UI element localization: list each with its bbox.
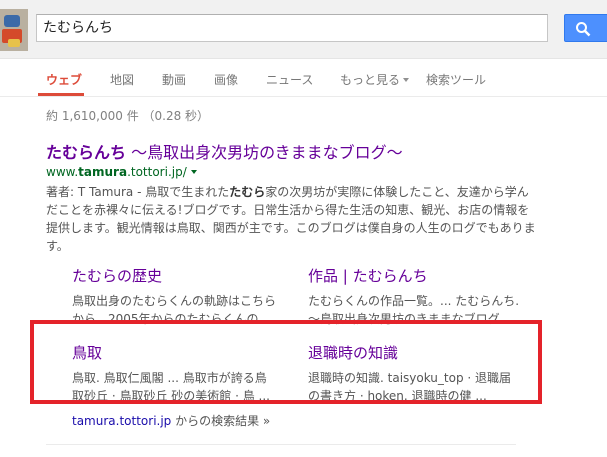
snippet-line3: 提供します。観光情報は鳥取、関西が主です。このブログは僕自身の人生のログでもあり…: [46, 221, 536, 235]
sitelink-works: 作品 | たむらんち たむらくんの作品一覧。... たむらんち. ～鳥取出身次男…: [308, 265, 523, 328]
active-tab-indicator: [38, 93, 84, 96]
top-bar: たむらんち: [0, 0, 607, 59]
tab-videos[interactable]: 動画: [162, 71, 186, 88]
url-prefix: www.: [46, 165, 79, 179]
url-bold: tamura: [78, 165, 128, 179]
result-stats: 約 1,610,000 件 （0.28 秒）: [46, 109, 210, 123]
sitelink-desc: たむらくんの作品一覧。... たむらんち. ～鳥取出身次男坊のきままなブログ .…: [308, 292, 523, 328]
tab-maps[interactable]: 地図: [110, 71, 134, 88]
divider: [46, 444, 516, 445]
result-snippet: 著者: T Tamura - 鳥取で生まれたたむら家の次男坊が実際に体験したこと…: [46, 183, 536, 255]
tab-images[interactable]: 画像: [214, 71, 238, 88]
sitelink-retirement: 退職時の知識 退職時の知識. taisyoku_top · 退職届 の書き方 ·…: [308, 342, 523, 405]
snippet-line1-post: 家の次男坊が実際に体験したこと、友達から学ん: [265, 185, 529, 199]
sitelink-desc-line: たむらくんの作品一覧。... たむらんち.: [308, 294, 520, 308]
sitelink-title[interactable]: たむらの歴史: [72, 265, 287, 286]
sitelink-history: たむらの歴史 鳥取出身のたむらくんの軌跡はこちら から。2005年からのたむらく…: [72, 265, 287, 328]
result-title-bold: たむらんち: [46, 143, 127, 162]
search-button[interactable]: [564, 14, 607, 42]
url-dropdown-icon[interactable]: [190, 170, 197, 174]
snippet-line1-bold: たむら: [229, 185, 266, 199]
result-url: www.tamura.tottori.jp/: [46, 165, 197, 179]
snippet-line2: だことを赤裸々に伝える!ブログです。日常生活から得た生活の知恵、観光、お店の情報…: [46, 203, 530, 217]
sitelink-desc-line: 鳥取出身のたむらくんの軌跡はこちら: [72, 294, 277, 308]
sitelink-desc-line: 鳥取. 鳥取仁風閣 ... 鳥取市が誇る鳥: [72, 371, 267, 385]
tab-news[interactable]: ニュース: [266, 71, 313, 88]
sitelink-desc-line: の書き方 · hoken. 退職時の健 ...: [308, 389, 487, 403]
tab-more-label: もっと見る: [340, 73, 401, 87]
sitelink-desc: 鳥取出身のたむらくんの軌跡はこちら から。2005年からのたむらくんの ...: [72, 292, 287, 328]
sitelink-desc-line: 退職時の知識. taisyoku_top · 退職届: [308, 371, 512, 385]
result-title-link[interactable]: たむらんち ～鳥取出身次男坊のきままなブログ～: [46, 139, 403, 163]
tab-search-tools[interactable]: 検索ツール: [426, 71, 486, 88]
result-title-rest: ～鳥取出身次男坊のきままなブログ～: [126, 143, 403, 162]
magnifier-icon: [576, 22, 591, 37]
sitelink-desc-line: 取砂丘 · 鳥取砂丘 砂の美術館 · 鳥 ...: [72, 389, 270, 403]
more-results-suffix: からの検索結果 »: [171, 414, 271, 428]
more-results-link[interactable]: tamura.tottori.jp からの検索結果 »: [72, 412, 270, 429]
snippet-line1-pre: 著者: T Tamura - 鳥取で生まれた: [46, 185, 230, 199]
sitelink-title[interactable]: 作品 | たむらんち: [308, 265, 523, 286]
sitelink-title[interactable]: 退職時の知識: [308, 342, 523, 363]
sitelink-desc: 鳥取. 鳥取仁風閣 ... 鳥取市が誇る鳥 取砂丘 · 鳥取砂丘 砂の美術館 ·…: [72, 369, 287, 405]
snippet-line4: す。: [46, 239, 69, 253]
tab-more[interactable]: もっと見る: [340, 71, 410, 88]
sitelink-desc-line: ～鳥取出身次男坊のきままなブログ ...: [308, 312, 515, 326]
chevron-down-icon: [403, 78, 410, 82]
sitelink-tottori: 鳥取 鳥取. 鳥取仁風閣 ... 鳥取市が誇る鳥 取砂丘 · 鳥取砂丘 砂の美術…: [72, 342, 287, 405]
sitelink-title[interactable]: 鳥取: [72, 342, 287, 363]
sitelink-desc-line: から。2005年からのたむらくんの ...: [72, 312, 274, 326]
more-results-site: tamura.tottori.jp: [72, 414, 172, 428]
sitelink-desc: 退職時の知識. taisyoku_top · 退職届 の書き方 · hoken.…: [308, 369, 523, 405]
search-tabs: ウェブ 地図 動画 画像 ニュース もっと見る 検索ツール: [0, 58, 607, 97]
search-input[interactable]: たむらんち: [36, 14, 548, 42]
site-logo[interactable]: [0, 9, 28, 51]
url-suffix: .tottori.jp/: [127, 165, 187, 179]
tab-web[interactable]: ウェブ: [46, 71, 82, 88]
